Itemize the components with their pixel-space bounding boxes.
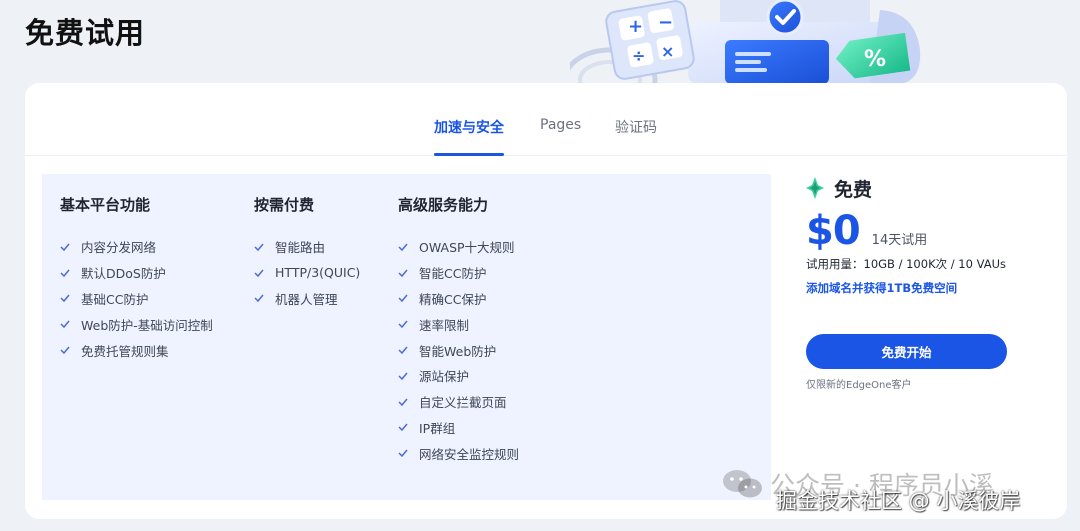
list-item: Web防护-基础访问控制 xyxy=(60,311,213,337)
svg-text:−: − xyxy=(658,12,673,33)
sparkle-icon xyxy=(806,177,824,199)
start-free-button[interactable]: 免费开始 xyxy=(806,334,1007,369)
check-icon xyxy=(398,269,408,277)
feature-label: 智能Web防护 xyxy=(419,343,497,359)
feature-panel: 基本平台功能 内容分发网络 默认DDoS防护 基础CC防护 Web防护-基础访问… xyxy=(42,174,771,500)
percent-symbol: % xyxy=(864,47,886,72)
feature-column-title: 按需付费 xyxy=(254,196,315,214)
list-item: 智能Web防护 xyxy=(398,337,519,363)
feature-column-title: 基本平台功能 xyxy=(60,196,151,214)
list-item: 源站保护 xyxy=(398,363,519,389)
list-item: 精确CC保护 xyxy=(398,286,519,312)
calculator-icon: + − ÷ × xyxy=(605,0,695,80)
feature-list: OWASP十大规则 智能CC防护 精确CC保护 速率限制 智能Web防护 源站保… xyxy=(398,234,519,466)
check-icon xyxy=(254,295,264,303)
check-icon xyxy=(398,320,408,329)
tab-pages[interactable]: Pages xyxy=(540,117,581,133)
document-card-icon xyxy=(725,40,829,84)
feature-label: 精确CC保护 xyxy=(419,291,487,307)
page-title: 免费试用 xyxy=(25,16,146,50)
feature-label: 自定义拦截页面 xyxy=(419,395,507,411)
check-icon xyxy=(398,423,408,432)
list-item: 机器人管理 xyxy=(254,286,360,312)
check-icon xyxy=(60,269,70,277)
list-item: HTTP/3(QUIC) xyxy=(254,260,360,286)
active-tab-indicator xyxy=(434,153,504,156)
check-icon xyxy=(254,269,264,277)
feature-column-title: 高级服务能力 xyxy=(398,196,489,214)
tab-acceleration-security[interactable]: 加速与安全 xyxy=(434,117,504,137)
list-item: 智能路由 xyxy=(254,234,360,260)
wechat-icon xyxy=(723,470,762,498)
promo-link[interactable]: 添加域名并获得1TB免费空间 xyxy=(806,280,1046,296)
feature-label: 速率限制 xyxy=(419,317,470,333)
feature-label: IP群组 xyxy=(419,420,456,436)
feature-label: Web防护-基础访问控制 xyxy=(81,317,213,333)
plan-header: 免费 xyxy=(806,176,1046,201)
juejin-watermark: 掘金技术社区 @ 小溪彼岸 xyxy=(776,489,1021,513)
feature-label: 内容分发网络 xyxy=(81,240,157,256)
check-icon xyxy=(398,346,408,355)
price-row: $0 14天试用 xyxy=(806,208,1046,254)
list-item: 默认DDoS防护 xyxy=(60,260,213,286)
check-icon xyxy=(60,243,70,251)
list-item: 智能CC防护 xyxy=(398,260,519,286)
list-item: 免费托管规则集 xyxy=(60,337,213,363)
check-icon xyxy=(398,372,408,380)
plan-summary: 免费 $0 14天试用 试用用量：10GB / 100K次 / 10 VAUs … xyxy=(806,176,1046,391)
eligibility-note: 仅限新的EdgeOne客户 xyxy=(806,380,912,391)
list-item: 内容分发网络 xyxy=(60,234,213,260)
feature-list: 内容分发网络 默认DDoS防护 基础CC防护 Web防护-基础访问控制 免费托管… xyxy=(60,234,213,363)
svg-text:÷: ÷ xyxy=(632,46,645,65)
list-item: IP群组 xyxy=(398,415,519,441)
check-icon xyxy=(60,295,70,303)
feature-label: OWASP十大规则 xyxy=(419,240,515,256)
feature-label: 智能路由 xyxy=(275,240,326,256)
feature-label: 网络安全监控规则 xyxy=(419,446,520,462)
product-tabs: 加速与安全 Pages 验证码 xyxy=(25,83,1067,156)
feature-column-pay-as-you-go: 按需付费 智能路由 HTTP/3(QUIC) 机器人管理 xyxy=(254,194,360,311)
feature-label: 默认DDoS防护 xyxy=(81,266,166,282)
feature-label: 机器人管理 xyxy=(275,291,338,307)
plan-name: 免费 xyxy=(834,178,873,201)
list-item: 基础CC防护 xyxy=(60,286,213,312)
pricing-card: 加速与安全 Pages 验证码 基本平台功能 内容分发网络 默认DDoS防护 基… xyxy=(25,83,1067,519)
feature-column-basic: 基本平台功能 内容分发网络 默认DDoS防护 基础CC防护 Web防护-基础访问… xyxy=(60,194,213,363)
check-icon xyxy=(398,243,408,251)
check-icon xyxy=(398,398,408,406)
svg-text:×: × xyxy=(661,42,674,61)
svg-text:+: + xyxy=(628,16,643,37)
plan-price: $0 xyxy=(806,208,861,254)
feature-label: 智能CC防护 xyxy=(419,266,487,282)
list-item: 自定义拦截页面 xyxy=(398,389,519,415)
feature-column-advanced: 高级服务能力 OWASP十大规则 智能CC防护 精确CC保护 速率限制 智能We… xyxy=(398,194,519,466)
list-item: 网络安全监控规则 xyxy=(398,440,519,466)
trial-usage: 试用用量：10GB / 100K次 / 10 VAUs xyxy=(806,257,1006,271)
hero-illustration: + − ÷ × % xyxy=(570,0,921,84)
trial-duration: 14天试用 xyxy=(871,233,928,248)
check-icon xyxy=(398,295,408,303)
feature-label: 基础CC防护 xyxy=(81,291,149,307)
list-item: 速率限制 xyxy=(398,311,519,337)
list-item: OWASP十大规则 xyxy=(398,234,519,260)
checkmark-badge-icon xyxy=(766,0,804,36)
check-icon xyxy=(254,243,264,251)
feature-label: HTTP/3(QUIC) xyxy=(275,265,361,281)
feature-label: 免费托管规则集 xyxy=(81,343,169,359)
check-icon xyxy=(60,346,70,355)
tab-captcha[interactable]: 验证码 xyxy=(615,117,657,137)
check-icon xyxy=(398,449,408,458)
feature-label: 源站保护 xyxy=(419,369,470,385)
feature-list: 智能路由 HTTP/3(QUIC) 机器人管理 xyxy=(254,234,360,311)
check-icon xyxy=(60,320,70,329)
